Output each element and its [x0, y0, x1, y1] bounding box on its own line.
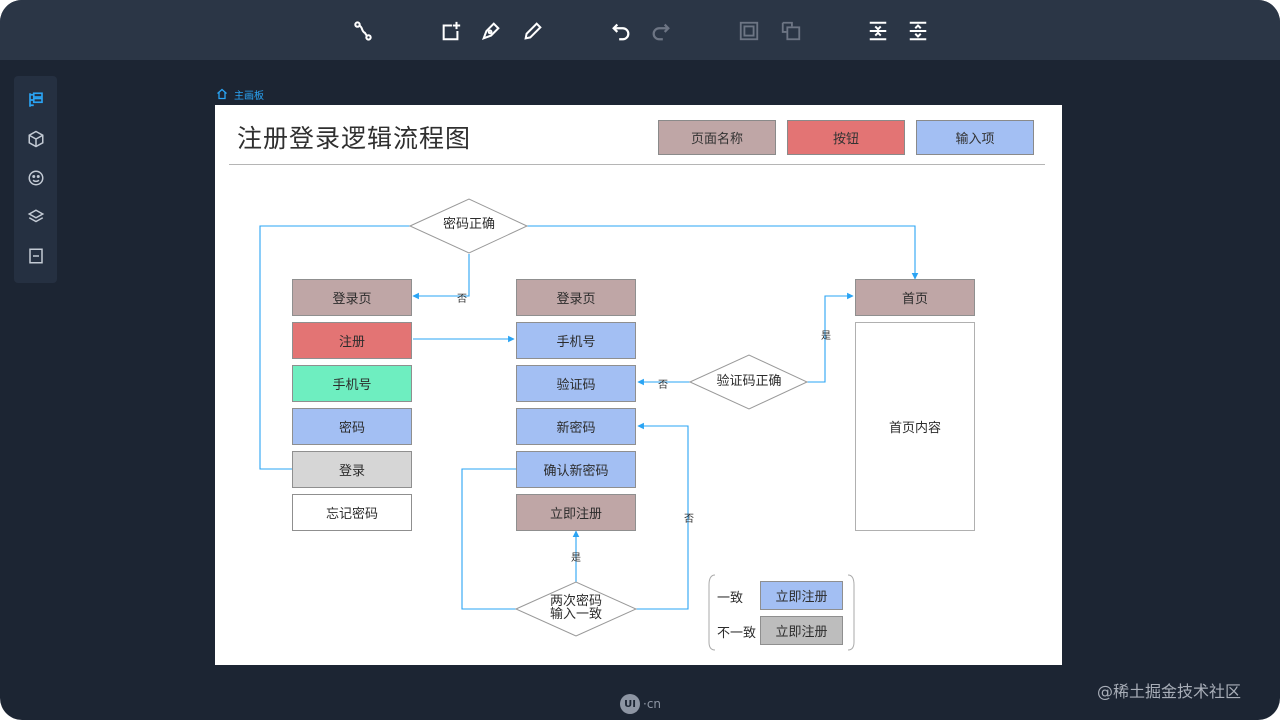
decision-password-label: 密码正确 — [442, 217, 495, 232]
undo-icon[interactable] — [608, 18, 634, 44]
title-divider — [229, 164, 1045, 165]
connector-icon[interactable] — [350, 18, 376, 44]
new-password-node[interactable]: 新密码 — [516, 408, 636, 445]
forgot-password-node[interactable]: 忘记密码 — [292, 494, 412, 531]
register-button-node[interactable]: 注册 — [292, 322, 412, 359]
footer-logo: UI ·cn — [620, 694, 661, 714]
artboard[interactable]: 注册登录逻辑流程图 页面名称 按钮 输入项 登录页 注册 手机号 密码 登录 忘… — [215, 105, 1062, 665]
logo-mark: UI — [620, 694, 640, 714]
align-center-horizontal-icon[interactable] — [865, 18, 891, 44]
breadcrumb[interactable]: 主画板 — [216, 86, 264, 102]
group-icon[interactable] — [736, 18, 762, 44]
legend-input: 输入项 — [916, 120, 1034, 155]
verification-code-node[interactable]: 验证码 — [516, 365, 636, 402]
state-consistent-label: 一致 — [717, 591, 744, 606]
legend-page-name: 页面名称 — [658, 120, 776, 155]
edge-match-no-to-password — [636, 422, 689, 610]
edge-label-no: 否 — [658, 380, 668, 391]
ungroup-icon[interactable] — [778, 18, 804, 44]
align-top-icon[interactable] — [905, 18, 931, 44]
register-phone-node[interactable]: 手机号 — [516, 322, 636, 359]
decision-match-label-2: 输入一致 — [549, 607, 602, 622]
outline-icon[interactable] — [24, 88, 48, 112]
diagram-title: 注册登录逻辑流程图 — [237, 124, 472, 153]
edge-label-yes: 是 — [821, 331, 831, 342]
logo-text: ·cn — [643, 697, 662, 711]
edge-confirm-to-match — [461, 468, 516, 610]
home-icon — [217, 88, 227, 100]
pencil-icon[interactable] — [520, 18, 546, 44]
pen-icon[interactable] — [478, 18, 504, 44]
legend-button: 按钮 — [787, 120, 905, 155]
edge-label-no: 否 — [684, 514, 694, 525]
login-page-node[interactable]: 登录页 — [292, 279, 412, 316]
login-button-node[interactable]: 登录 — [292, 451, 412, 488]
decision-code-label: 验证码正确 — [716, 374, 782, 389]
redo-icon[interactable] — [648, 18, 674, 44]
component-cube-icon[interactable] — [24, 127, 48, 151]
left-sidebar — [14, 76, 57, 283]
home-content-node[interactable]: 首页内容 — [855, 322, 975, 531]
phone-input-node[interactable]: 手机号 — [292, 365, 412, 402]
add-artboard-icon[interactable] — [438, 18, 464, 44]
register-enabled-state[interactable]: 立即注册 — [760, 581, 843, 610]
edge-password-yes-to-home — [527, 225, 919, 280]
password-input-node[interactable]: 密码 — [292, 408, 412, 445]
toolbar — [0, 0, 1280, 60]
emoji-icon[interactable] — [24, 166, 48, 190]
breadcrumb-label: 主画板 — [234, 90, 264, 102]
edge-label-no: 否 — [457, 294, 467, 305]
right-brace — [847, 574, 855, 651]
page-icon[interactable] — [24, 244, 48, 268]
home-page-node[interactable]: 首页 — [855, 279, 975, 316]
register-disabled-state[interactable]: 立即注册 — [760, 616, 843, 645]
layers-icon[interactable] — [24, 205, 48, 229]
edge-label-yes: 是 — [571, 553, 581, 564]
left-brace — [708, 574, 716, 651]
state-inconsistent-label: 不一致 — [717, 626, 757, 641]
watermark: @稀土掘金技术社区 — [1097, 682, 1242, 701]
register-now-node[interactable]: 立即注册 — [516, 494, 636, 531]
app-window: 主画板 注册登录逻辑流程图 页面名称 按钮 输入项 登录页 注册 手机号 密码 … — [0, 0, 1280, 720]
confirm-password-node[interactable]: 确认新密码 — [516, 451, 636, 488]
register-login-page-node[interactable]: 登录页 — [516, 279, 636, 316]
